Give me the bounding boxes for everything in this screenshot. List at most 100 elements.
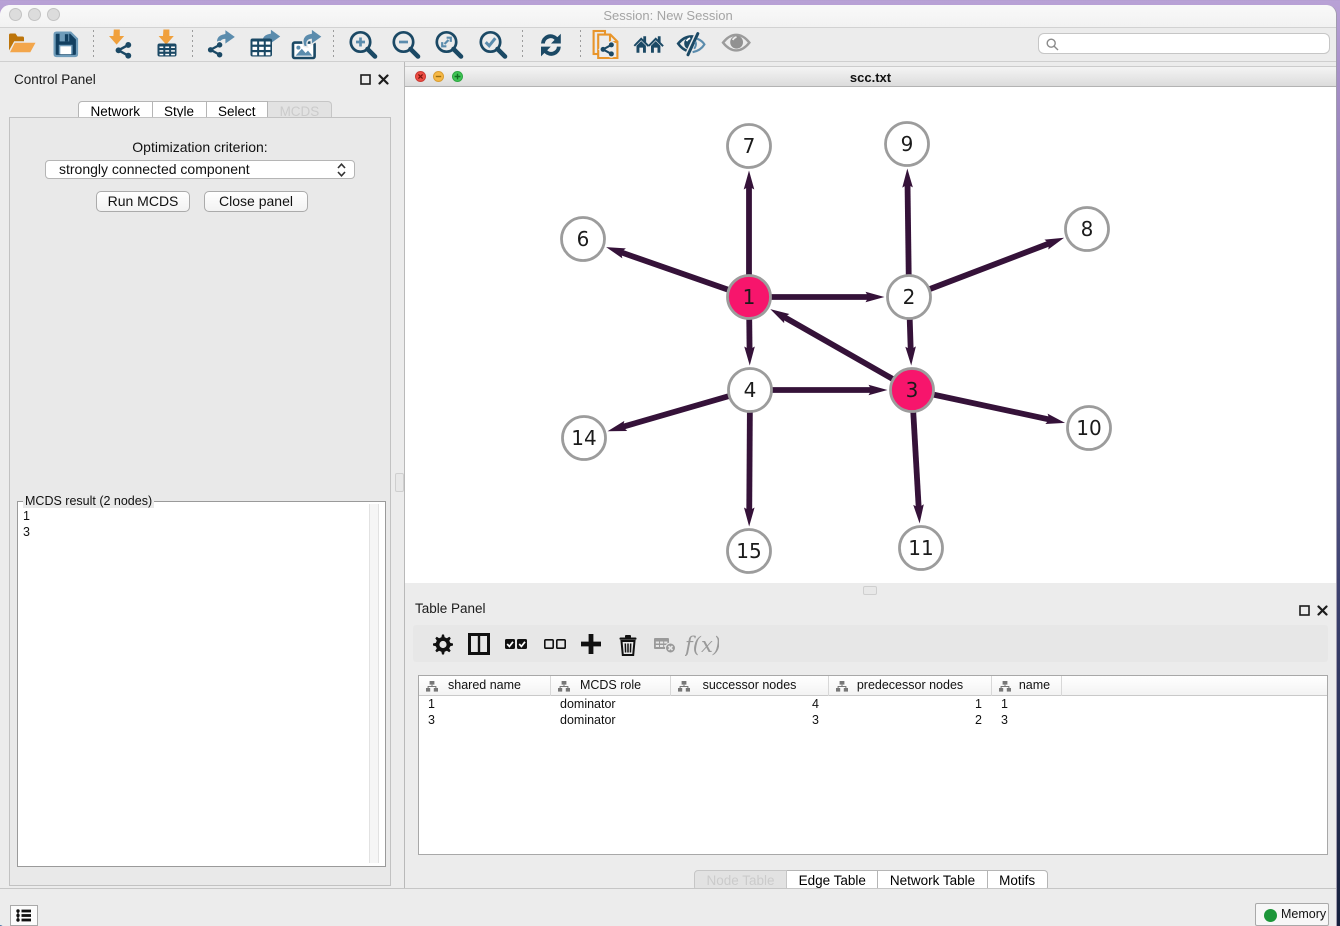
- table-cell: 2: [829, 712, 992, 728]
- task-history-button[interactable]: [10, 905, 38, 926]
- hierarchy-icon: [836, 681, 848, 692]
- table-cell: 1: [829, 696, 992, 712]
- search-input[interactable]: [1065, 35, 1320, 53]
- network-window-title: scc.txt: [405, 70, 1336, 85]
- mcds-result-scrollbar[interactable]: [369, 504, 379, 863]
- delete-table-disabled-icon: [653, 633, 687, 661]
- close-panel-button[interactable]: Close panel: [204, 191, 308, 212]
- memory-button[interactable]: Memory: [1255, 903, 1329, 926]
- table-toolbar: f(x): [413, 625, 1328, 662]
- status-bar: Memory: [0, 888, 1336, 926]
- export-network-icon[interactable]: [205, 29, 237, 66]
- hierarchy-icon: [678, 681, 690, 692]
- settings-gear-icon[interactable]: [432, 633, 466, 661]
- graph-node-label-9: 9: [901, 132, 914, 156]
- column-header-label: successor nodes: [703, 678, 797, 692]
- zoom-fit-icon[interactable]: [433, 29, 465, 66]
- table-cell: dominator: [551, 712, 671, 728]
- table-cell: 1: [992, 696, 1062, 712]
- table-cell: 1: [419, 696, 551, 712]
- columns-icon[interactable]: [468, 633, 502, 661]
- memory-status-dot: [1264, 909, 1277, 922]
- table-cell: 3: [992, 712, 1062, 728]
- column-header-label: MCDS role: [580, 678, 641, 692]
- table-header-row: shared name MCDS role successor nodes prede…: [419, 676, 1327, 696]
- control-panel: Control Panel NetworkStyleSelectMCDS Opt…: [0, 62, 404, 888]
- search-icon: [1046, 38, 1059, 51]
- control-panel-title: Control Panel: [14, 72, 96, 87]
- mcds-panel: Optimization criterion: strongly connect…: [9, 117, 391, 886]
- graph-node-label-11: 11: [908, 536, 933, 560]
- table-row-1[interactable]: 3dominator323: [419, 712, 1327, 728]
- column-header-shared-name[interactable]: shared name: [419, 676, 551, 696]
- vertical-splitter-grip[interactable]: [395, 473, 404, 492]
- refresh-icon[interactable]: [536, 29, 568, 66]
- optimization-criterion-label: Optimization criterion:: [10, 139, 390, 155]
- graph-node-label-8: 8: [1081, 217, 1094, 241]
- column-header-label: shared name: [448, 678, 521, 692]
- column-header-predecessor-nodes[interactable]: predecessor nodes: [829, 676, 992, 696]
- table-panel: Table Panel f(x) shared name MCDS role suc…: [405, 597, 1336, 888]
- export-table-icon[interactable]: [250, 29, 282, 66]
- function-fx-disabled-icon: f(x): [685, 633, 719, 661]
- mcds-result-list: 13: [23, 508, 30, 540]
- float-table-panel-icon[interactable]: [1299, 605, 1310, 616]
- import-table-icon[interactable]: [151, 29, 183, 66]
- svg-text:f(x): f(x): [685, 633, 719, 656]
- select-all-icon[interactable]: [505, 633, 539, 661]
- open-file-icon[interactable]: [6, 29, 38, 66]
- network-canvas[interactable]: 1234678910111415: [405, 87, 1336, 583]
- horizontal-splitter-grip[interactable]: [863, 586, 877, 595]
- hierarchy-icon: [999, 681, 1011, 692]
- table-cell: 3: [419, 712, 551, 728]
- window-title: Session: New Session: [0, 8, 1336, 23]
- zoom-selected-icon[interactable]: [477, 29, 509, 66]
- graph-node-label-15: 15: [736, 539, 761, 563]
- save-session-icon[interactable]: [52, 29, 84, 66]
- add-column-icon[interactable]: [580, 633, 614, 661]
- mcds-result-box: MCDS result (2 nodes) 13: [17, 501, 386, 867]
- mcds-result-title: MCDS result (2 nodes): [23, 494, 154, 508]
- graph-node-label-7: 7: [743, 134, 756, 158]
- zoom-out-icon[interactable]: [390, 29, 422, 66]
- show-panel-icon[interactable]: [721, 29, 753, 66]
- column-header-name[interactable]: name: [992, 676, 1062, 696]
- graph-node-label-10: 10: [1076, 416, 1101, 440]
- clone-network-icon[interactable]: [592, 29, 624, 66]
- optimization-criterion-select[interactable]: strongly connected component: [45, 160, 355, 179]
- column-header-MCDS-role[interactable]: MCDS role: [551, 676, 671, 696]
- hierarchy-icon: [426, 681, 438, 692]
- home-icon[interactable]: [633, 29, 665, 66]
- toolbar-separator: [522, 30, 523, 58]
- graph-node-label-2: 2: [903, 285, 916, 309]
- mcds-result-item: 1: [23, 508, 30, 524]
- hierarchy-icon: [558, 681, 570, 692]
- column-header-label: predecessor nodes: [857, 678, 963, 692]
- table-panel-title: Table Panel: [415, 601, 486, 616]
- import-network-icon[interactable]: [108, 29, 140, 66]
- network-window-titlebar: scc.txt: [405, 66, 1336, 87]
- app-window: Session: New Session: [0, 5, 1337, 926]
- graph-node-label-14: 14: [571, 426, 596, 450]
- search-box[interactable]: [1038, 33, 1330, 54]
- graph-node-label-3: 3: [906, 378, 919, 402]
- main-toolbar: [0, 28, 1336, 62]
- close-panel-icon[interactable]: [378, 74, 389, 85]
- table-cell: 4: [671, 696, 829, 712]
- table-cell: 3: [671, 712, 829, 728]
- export-image-icon[interactable]: [291, 29, 323, 66]
- app-titlebar: Session: New Session: [0, 5, 1336, 28]
- node-table: shared name MCDS role successor nodes prede…: [418, 675, 1328, 855]
- deselect-all-icon[interactable]: [544, 633, 578, 661]
- float-panel-icon[interactable]: [360, 74, 371, 85]
- column-header-successor-nodes[interactable]: successor nodes: [671, 676, 829, 696]
- combo-arrows-icon: [336, 163, 347, 177]
- toolbar-separator: [192, 30, 193, 58]
- hide-panel-icon[interactable]: [676, 29, 708, 66]
- toolbar-separator: [93, 30, 94, 58]
- close-table-panel-icon[interactable]: [1317, 605, 1328, 616]
- delete-column-icon[interactable]: [617, 633, 651, 661]
- run-mcds-button[interactable]: Run MCDS: [96, 191, 190, 212]
- zoom-in-icon[interactable]: [347, 29, 379, 66]
- table-row-0[interactable]: 1dominator411: [419, 696, 1327, 712]
